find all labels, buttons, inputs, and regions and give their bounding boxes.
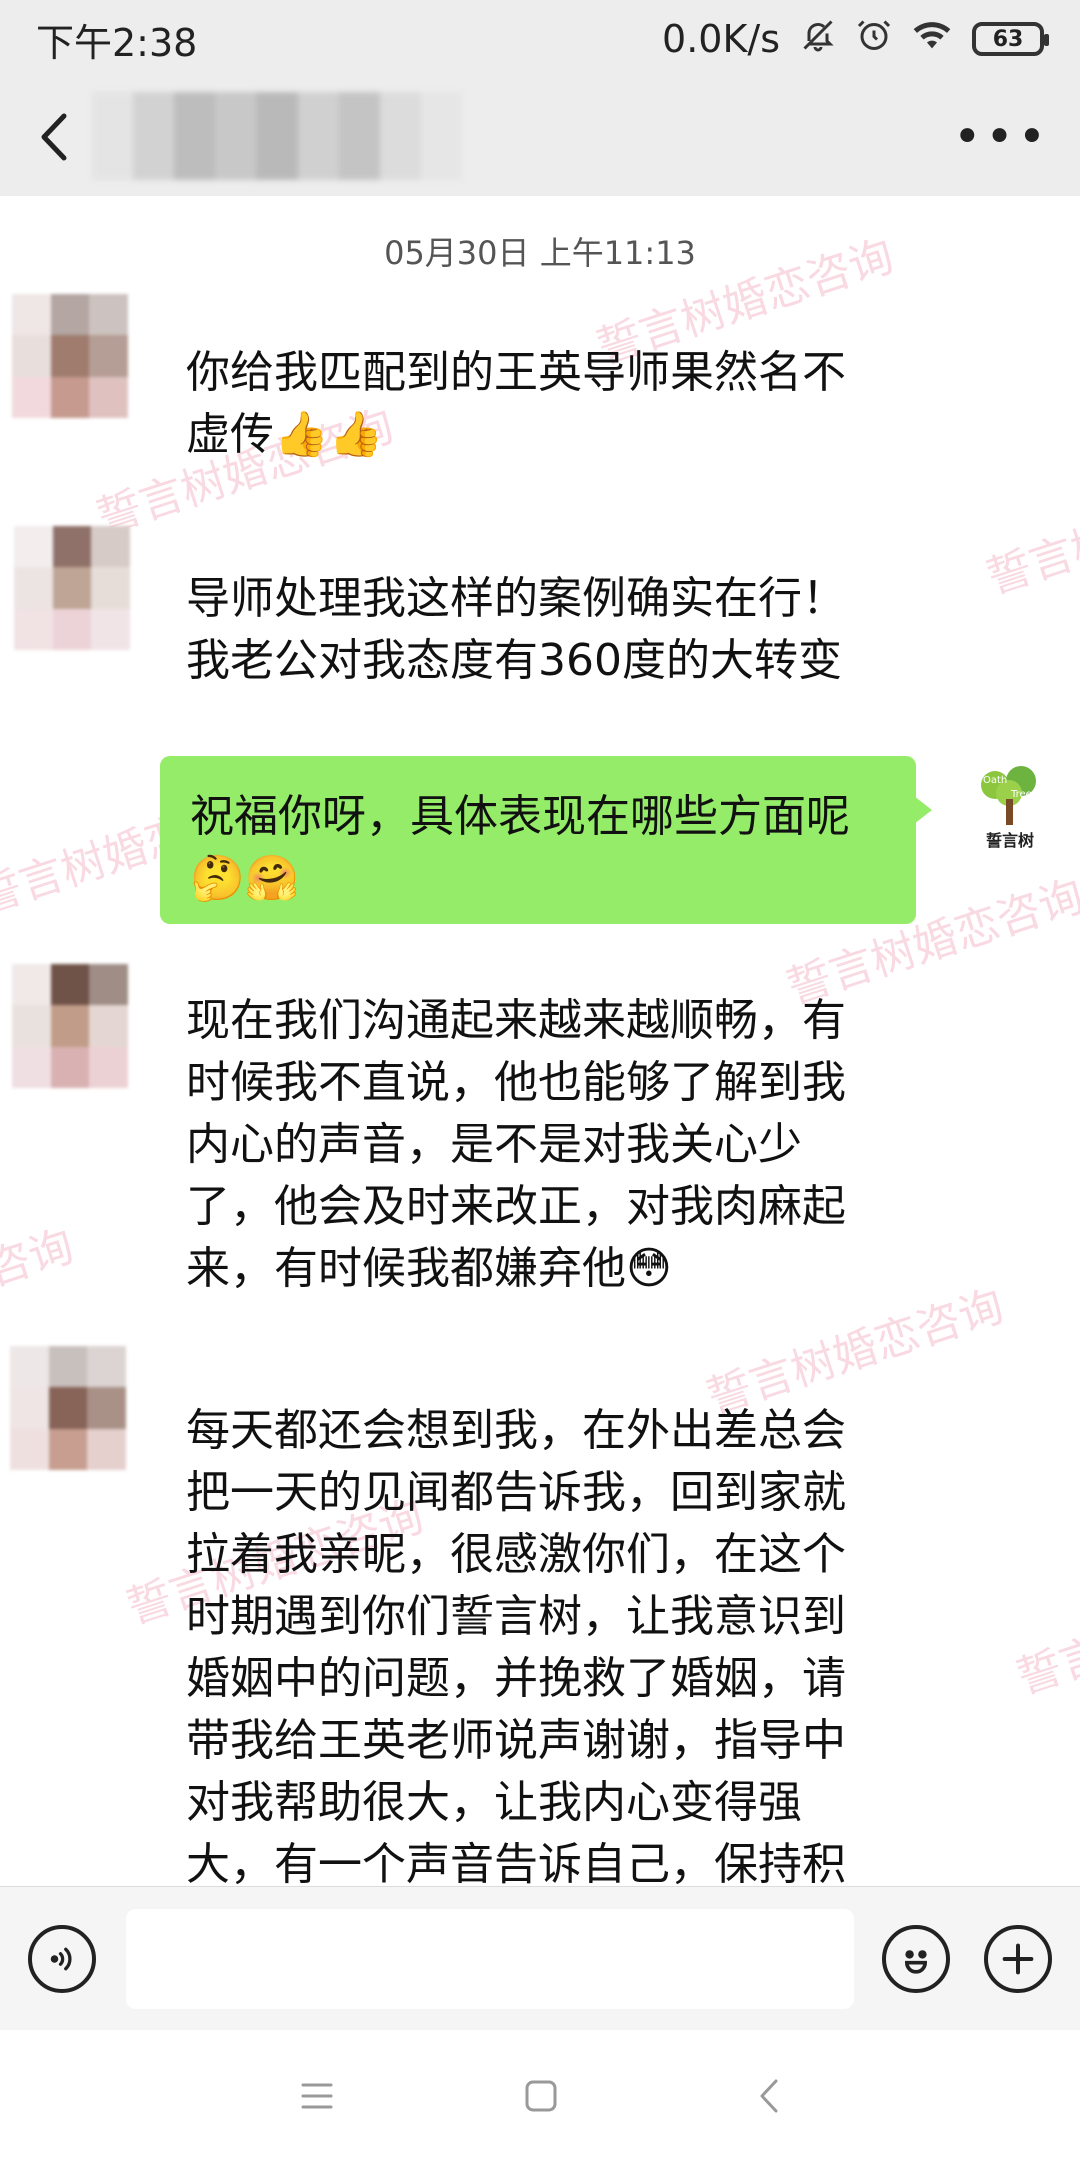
watermark: 誓言树婚恋咨询 [1011, 1560, 1080, 1705]
input-bar [0, 1886, 1080, 2030]
svg-text:Oath: Oath [983, 775, 1007, 786]
message-text: 祝福你呀，具体表现在哪些方面呢🤔🤗 [190, 791, 850, 904]
chat-header: ••• [0, 78, 1080, 196]
contact-name-blurred [92, 92, 462, 180]
chat-area[interactable]: 誓言树婚恋咨询 誓言树婚恋咨询 誓言树婚恋咨询 誓言树婚恋咨询 誓言树婚恋咨询 … [0, 196, 1080, 1886]
message-text: 现在我们沟通起来越来越顺畅，有时候我不直说，他也能够了解到我内心的声音，是不是对… [186, 995, 846, 1294]
status-indicators: 0.0K/s 63 [662, 17, 1049, 62]
watermark: 誓言树婚恋咨询 [981, 460, 1080, 605]
logo-label: 誓言树 [985, 831, 1034, 850]
menu-icon[interactable] [292, 2074, 342, 2118]
status-bar: 下午2:38 0.0K/s 63 [0, 0, 1080, 78]
plus-icon[interactable] [984, 1925, 1052, 1993]
emoji-icon[interactable] [882, 1925, 950, 1993]
back-icon[interactable] [744, 2074, 794, 2118]
voice-icon[interactable] [28, 1925, 96, 1993]
message-input[interactable] [126, 1909, 854, 2009]
avatar[interactable] [10, 1346, 126, 1470]
tree-logo-icon: Oath Tree [981, 766, 1036, 825]
avatar[interactable] [14, 526, 130, 650]
message-text: 导师处理我这样的案例确实在行！我老公对我态度有360度的大转变 [186, 573, 846, 686]
more-options-icon[interactable]: ••• [953, 113, 1050, 161]
watermark: 誓言树婚恋咨询 [0, 1220, 80, 1365]
message-text: 你给我匹配到的王英导师果然名不虚传👍👍 [186, 347, 846, 460]
svg-text:Tree: Tree [1010, 789, 1032, 800]
back-arrow-icon[interactable] [38, 109, 78, 165]
home-icon[interactable] [516, 2074, 566, 2118]
avatar[interactable] [12, 294, 128, 418]
mute-icon [800, 17, 836, 62]
message-timestamp: 05月30日 上午11:13 [384, 234, 696, 272]
battery-icon: 63 [972, 22, 1049, 56]
avatar[interactable] [12, 964, 128, 1088]
sent-message-bubble[interactable]: 祝福你呀，具体表现在哪些方面呢🤔🤗 [160, 756, 932, 924]
message-text: 每天都还会想到我，在外出差总会把一天的见闻都告诉我，回到家就拉着我亲昵，很感激你… [186, 1405, 846, 1886]
alarm-icon [856, 17, 892, 62]
system-nav-bar [0, 2030, 1080, 2160]
wifi-icon [912, 17, 952, 61]
own-avatar-logo[interactable]: Oath Tree 誓言树 [954, 752, 1066, 864]
net-speed: 0.0K/s [662, 17, 780, 61]
status-time: 下午2:38 [36, 20, 198, 65]
